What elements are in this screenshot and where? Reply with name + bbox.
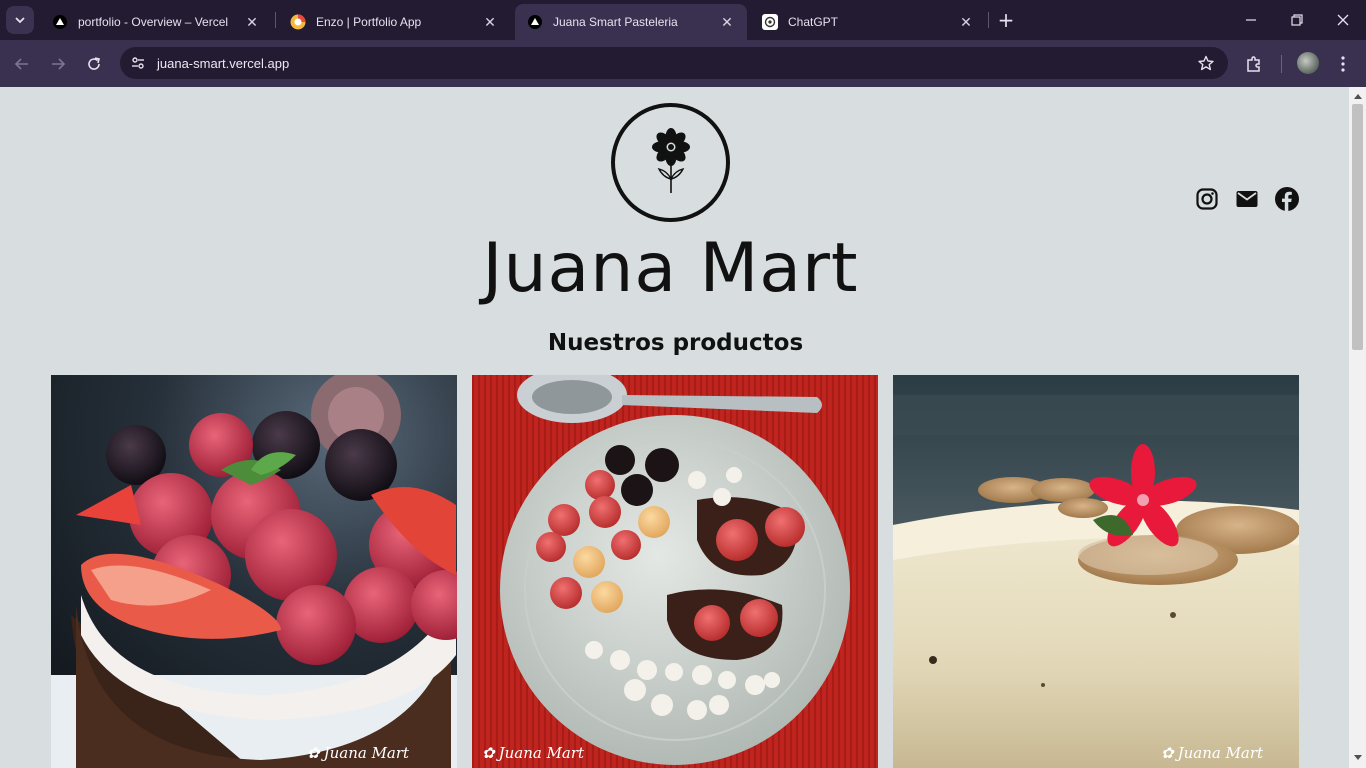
tab-juana-smart[interactable]: Juana Smart Pasteleria ✕ <box>515 4 747 40</box>
close-window-button[interactable] <box>1320 0 1366 40</box>
watermark: ✿ Juana Mart <box>1161 744 1264 762</box>
tab-title: Enzo | Portfolio App <box>316 15 422 29</box>
product-card-berry-tart[interactable]: ✿ Juana Mart <box>51 375 457 768</box>
kebab-menu-icon <box>1341 56 1345 72</box>
scrollbar-thumb[interactable] <box>1352 104 1363 350</box>
vercel-triangle-icon <box>52 14 68 30</box>
flower-watermark-icon: ✿ <box>482 744 495 762</box>
toolbar-divider <box>1281 55 1282 73</box>
brand-logo[interactable] <box>611 103 730 222</box>
portfolio-app-icon <box>290 14 306 30</box>
flower-watermark-icon: ✿ <box>1161 744 1174 762</box>
address-bar[interactable]: juana-smart.vercel.app <box>120 47 1228 79</box>
product-image-cheesecake <box>893 375 1299 768</box>
site-settings-icon[interactable] <box>122 47 154 79</box>
browser-toolbar: juana-smart.vercel.app <box>0 40 1366 87</box>
flower-logo-icon <box>651 127 690 193</box>
close-icon[interactable]: ✕ <box>719 14 735 30</box>
instagram-link[interactable] <box>1195 187 1219 211</box>
vercel-triangle-icon <box>527 14 543 30</box>
arrow-right-icon <box>52 58 66 70</box>
close-icon[interactable]: ✕ <box>958 14 974 30</box>
reload-button[interactable] <box>80 50 108 78</box>
tab-title: portfolio - Overview – Vercel <box>78 15 229 29</box>
product-card-cheesecake[interactable]: ✿ Juana Mart <box>893 375 1299 768</box>
chevron-down-icon <box>15 17 25 24</box>
close-icon[interactable]: ✕ <box>482 14 498 30</box>
email-link[interactable] <box>1235 187 1259 211</box>
reload-icon <box>88 57 100 70</box>
product-image-chocolate-berries-plate <box>472 375 878 768</box>
plus-icon: + <box>997 8 1015 32</box>
section-title: Nuestros productos <box>547 330 804 356</box>
flower-watermark-icon: ✿ <box>307 744 320 762</box>
tab-title: ChatGPT <box>788 15 839 29</box>
back-button[interactable] <box>8 50 36 78</box>
extensions-button[interactable] <box>1242 52 1266 76</box>
facebook-link[interactable] <box>1275 187 1299 211</box>
close-icon[interactable]: ✕ <box>244 14 260 30</box>
tab-strip: portfolio - Overview – Vercel ✕ Enzo | P… <box>0 0 1366 40</box>
profile-avatar[interactable] <box>1297 52 1319 74</box>
chatgpt-icon <box>762 14 778 30</box>
url-text[interactable]: juana-smart.vercel.app <box>157 56 289 71</box>
product-image-berry-tart <box>51 375 457 768</box>
minimize-button[interactable] <box>1228 0 1274 40</box>
new-tab-button[interactable]: + <box>994 8 1018 32</box>
tab-vercel-overview[interactable]: portfolio - Overview – Vercel ✕ <box>40 4 272 40</box>
instagram-icon <box>1196 188 1218 210</box>
facebook-icon <box>1275 187 1299 211</box>
restore-button[interactable] <box>1274 0 1320 40</box>
watermark: ✿ Juana Mart <box>482 744 585 762</box>
product-card-chocolate-plate[interactable]: ✿ Juana Mart <box>472 375 878 768</box>
page-scrollbar[interactable] <box>1349 87 1366 768</box>
restore-icon <box>1291 14 1303 26</box>
tab-chatgpt[interactable]: ChatGPT ✕ <box>750 4 986 40</box>
browser-menu-button[interactable] <box>1331 52 1355 76</box>
minimize-icon <box>1246 19 1256 21</box>
page-viewport: Juana Mart Nuestros productos ✿ Juana Ma… <box>0 87 1349 768</box>
tab-portfolio-app[interactable]: Enzo | Portfolio App ✕ <box>278 4 510 40</box>
brand-name: Juana Mart <box>482 229 859 308</box>
arrow-left-icon <box>14 58 28 70</box>
forward-button[interactable] <box>44 50 72 78</box>
tab-title: Juana Smart Pasteleria <box>553 15 678 29</box>
close-icon <box>1337 14 1349 26</box>
bookmark-star-icon[interactable] <box>1196 53 1216 73</box>
tab-divider <box>275 12 276 28</box>
scroll-up-arrow-icon[interactable] <box>1353 91 1362 100</box>
mail-icon <box>1236 191 1258 207</box>
scroll-down-arrow-icon[interactable] <box>1353 753 1362 762</box>
puzzle-icon <box>1247 56 1260 72</box>
tab-divider <box>988 12 989 28</box>
watermark: ✿ Juana Mart <box>307 744 410 762</box>
tab-search-button[interactable] <box>6 6 34 34</box>
